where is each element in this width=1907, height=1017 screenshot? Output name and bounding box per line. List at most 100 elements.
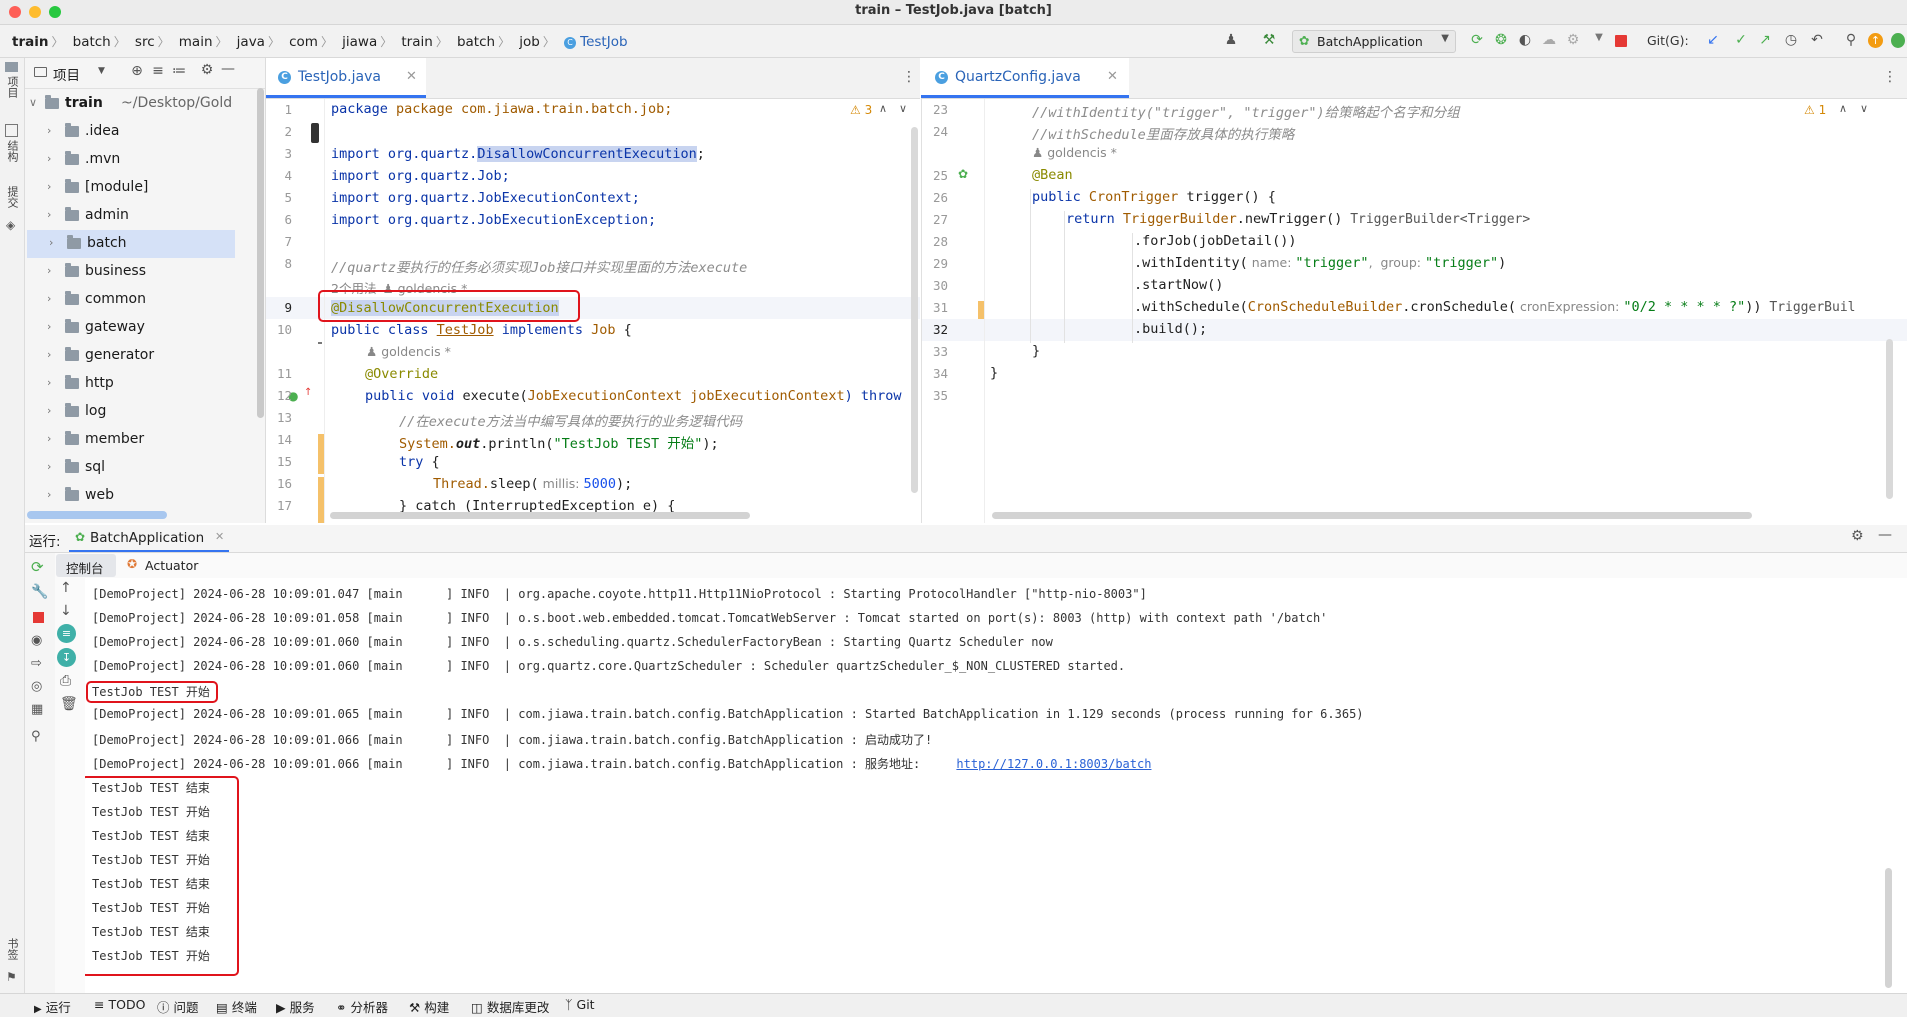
git-commit-icon[interactable]: ✓	[1732, 32, 1750, 48]
exit-icon[interactable]: ⇨	[31, 656, 42, 671]
status-git[interactable]: ᛉ Git	[565, 997, 595, 1012]
warning-badge[interactable]: ⚠ 3	[850, 103, 872, 117]
editor-scrollbar[interactable]	[1886, 339, 1893, 499]
more-icon[interactable]: ⋮	[902, 69, 916, 85]
tab-quartzconfig[interactable]: C QuartzConfig.java ✕	[921, 58, 1129, 98]
tab-console[interactable]: 控制台	[56, 554, 116, 577]
status-db-changes[interactable]: ◫ 数据库更改	[471, 997, 549, 1016]
status-services[interactable]: ▶ 服务	[276, 997, 315, 1016]
search-icon[interactable]: ⚲	[1842, 32, 1860, 48]
breadcrumb-item[interactable]: batch	[73, 34, 111, 50]
tab-actuator[interactable]: ✪ Actuator	[125, 554, 215, 577]
scroll-to-end-icon[interactable]: ↧	[57, 648, 76, 667]
status-todo[interactable]: ≡ TODO	[94, 997, 145, 1012]
chevron-down-icon[interactable]: ∨	[1860, 102, 1868, 115]
tree-item-mvn[interactable]: › .mvn	[25, 146, 235, 174]
soft-wrap-icon[interactable]: ≡	[57, 624, 76, 643]
tree-item-batch[interactable]: › batch	[27, 230, 235, 258]
tree-item-admin[interactable]: › admin	[25, 202, 235, 230]
console-output[interactable]: [DemoProject] 2024-06-28 10:09:01.047 [m…	[85, 578, 1885, 993]
expand-all-icon[interactable]: ≡	[149, 63, 167, 79]
more-run-icon[interactable]: ⚙	[1564, 32, 1582, 48]
hide-icon[interactable]: —	[1878, 527, 1892, 543]
status-problems[interactable]: ⓘ 问题	[157, 997, 199, 1016]
wrench-icon[interactable]: 🔧	[31, 584, 48, 600]
tree-item-log[interactable]: › log	[25, 398, 235, 426]
project-scrollbar[interactable]	[257, 88, 264, 418]
hide-icon[interactable]: —	[219, 61, 237, 77]
stop-icon[interactable]	[1615, 35, 1627, 47]
tree-item-module[interactable]: › [module]	[25, 174, 235, 202]
coverage-icon[interactable]: ◐	[1516, 32, 1534, 48]
breadcrumb-item[interactable]: batch	[457, 34, 495, 50]
git-push-icon[interactable]: ↗	[1756, 32, 1774, 48]
chevron-down-icon[interactable]: ▼	[1590, 32, 1608, 43]
run-config-tab[interactable]: ✿ BatchApplication ✕	[69, 525, 229, 552]
override-icon[interactable]: ↑	[304, 387, 312, 398]
git-update-icon[interactable]: ↙	[1704, 32, 1722, 48]
update-icon[interactable]: ↑	[1868, 33, 1883, 48]
tree-item-generator[interactable]: › generator	[25, 342, 235, 370]
arrow-down-icon[interactable]: ↓	[60, 603, 72, 619]
pin-icon[interactable]: ⚲	[31, 729, 41, 744]
collapse-all-icon[interactable]: ≔	[170, 63, 188, 79]
rollback-icon[interactable]: ↶	[1808, 32, 1826, 48]
profile-icon[interactable]: ☁	[1540, 32, 1558, 48]
warning-badge[interactable]: ⚠ 1	[1804, 103, 1826, 117]
breadcrumb-item[interactable]: job	[519, 34, 540, 50]
left-code-editor[interactable]: package package com.jiawa.train.batch.jo…	[266, 99, 920, 523]
gear-icon[interactable]: ⚙	[198, 62, 216, 78]
project-view-select[interactable]: 项目	[53, 64, 80, 84]
chevron-down-icon[interactable]: ∨	[899, 102, 907, 115]
user-icon[interactable]: ♟	[1222, 32, 1240, 48]
tab-testjob[interactable]: C TestJob.java ✕	[266, 58, 426, 98]
breadcrumb-item[interactable]: com	[289, 34, 318, 50]
gear-icon[interactable]: ⚙	[1851, 528, 1864, 544]
rerun-icon[interactable]: ⟳	[1468, 32, 1486, 48]
print-icon[interactable]: ⎙	[60, 673, 71, 689]
arrow-up-icon[interactable]: ↑	[60, 580, 72, 596]
rerun-icon[interactable]: ⟳	[31, 558, 44, 576]
bookmarks-tool-button[interactable]: 书签	[4, 938, 20, 960]
camera-icon[interactable]: ◉	[31, 633, 42, 648]
editor-horizontal-scrollbar[interactable]	[992, 512, 1752, 519]
tree-item-gateway[interactable]: › gateway	[25, 314, 235, 342]
more-icon[interactable]: ⋮	[1883, 69, 1897, 85]
layout-icon[interactable]: ▦	[31, 702, 43, 717]
editor-horizontal-scrollbar[interactable]	[330, 512, 750, 519]
project-horizontal-scrollbar[interactable]	[27, 511, 167, 519]
tree-item-web[interactable]: › web	[25, 482, 235, 510]
hammer-icon[interactable]: ⚒	[1260, 32, 1278, 48]
breadcrumb-item[interactable]: jiawa	[342, 34, 377, 50]
status-terminal[interactable]: ▤ 终端	[216, 997, 257, 1016]
breadcrumb-item[interactable]: TestJob	[580, 34, 627, 50]
debug-icon[interactable]: ❂	[1492, 32, 1510, 48]
plugin-icon[interactable]	[1891, 33, 1905, 48]
console-scrollbar[interactable]	[1885, 868, 1892, 988]
structure-tool-button[interactable]: 结构	[4, 140, 20, 162]
breadcrumb-item[interactable]: train	[12, 34, 48, 50]
editor-scrollbar[interactable]	[911, 127, 918, 493]
chevron-up-icon[interactable]: ∧	[1839, 102, 1847, 115]
tree-item-sql[interactable]: › sql	[25, 454, 235, 482]
close-icon[interactable]: ✕	[406, 69, 417, 84]
view-breakpoints-icon[interactable]: ◎	[31, 679, 42, 694]
breadcrumb-item[interactable]: src	[135, 34, 155, 50]
status-profiler[interactable]: ⚭ 分析器	[336, 997, 388, 1016]
service-url-link[interactable]: http://127.0.0.1:8003/batch	[956, 757, 1151, 771]
close-icon[interactable]: ✕	[215, 530, 224, 543]
tree-item-idea[interactable]: › .idea	[25, 118, 235, 146]
history-icon[interactable]: ◷	[1782, 32, 1800, 48]
tree-item-common[interactable]: › common	[25, 286, 235, 314]
status-build[interactable]: ⚒ 构建	[409, 997, 449, 1016]
commit-tool-button[interactable]: 提交	[4, 186, 20, 208]
locate-icon[interactable]: ⊕	[128, 63, 146, 79]
breadcrumb-item[interactable]: main	[179, 34, 213, 50]
close-icon[interactable]: ✕	[1107, 69, 1118, 84]
chevron-up-icon[interactable]: ∧	[879, 102, 887, 115]
right-code-editor[interactable]: //withIdentity("trigger", "trigger")给策略起…	[921, 99, 1907, 523]
breadcrumb-item[interactable]: java	[237, 34, 265, 50]
project-tool-button[interactable]: 项目	[4, 76, 20, 98]
trash-icon[interactable]: 🗑	[60, 696, 78, 712]
breadcrumb-item[interactable]: train	[401, 34, 432, 50]
